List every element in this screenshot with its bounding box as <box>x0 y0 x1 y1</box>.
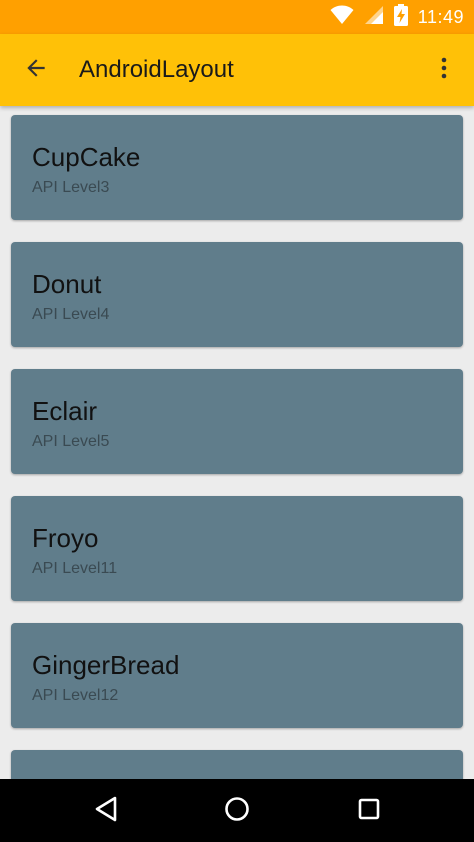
list-card[interactable]: CupCake API Level3 <box>11 115 463 220</box>
list-card[interactable]: Froyo API Level11 <box>11 496 463 601</box>
more-vert-icon <box>441 57 447 84</box>
wifi-icon <box>330 5 354 30</box>
app-title: AndroidLayout <box>79 56 234 83</box>
recents-square-icon <box>358 798 380 825</box>
card-subtitle: API Level5 <box>32 433 110 450</box>
arrow-back-icon <box>23 55 49 86</box>
card-list-container[interactable]: CupCake API Level3 Donut API Level4 Ecla… <box>0 106 474 779</box>
status-icons: 11:49 <box>330 0 474 34</box>
home-circle-icon <box>224 796 250 827</box>
list-card[interactable]: Donut API Level4 <box>11 242 463 347</box>
nav-back-button[interactable] <box>87 792 125 830</box>
nav-recents-button[interactable] <box>350 792 388 830</box>
card-title: GingerBread <box>32 650 180 680</box>
card-title: Donut <box>32 269 102 299</box>
nav-home-button[interactable] <box>218 792 256 830</box>
card-subtitle: API Level4 <box>32 306 110 323</box>
status-time: 11:49 <box>417 6 464 27</box>
card-list: CupCake API Level3 Donut API Level4 Ecla… <box>11 115 463 779</box>
cell-signal-icon <box>364 5 384 30</box>
battery-charging-icon <box>393 3 408 31</box>
overflow-menu-button[interactable] <box>426 52 462 88</box>
card-title: CupCake <box>32 142 141 172</box>
system-nav-bar <box>0 779 474 842</box>
back-triangle-icon <box>94 796 118 827</box>
list-card[interactable]: GingerBread API Level12 <box>11 623 463 728</box>
card-subtitle: API Level11 <box>32 560 118 577</box>
card-subtitle: API Level3 <box>32 179 110 196</box>
list-card-partial[interactable] <box>11 750 463 779</box>
card-title: Froyo <box>32 523 99 553</box>
card-title: Eclair <box>32 396 98 426</box>
back-button[interactable] <box>18 52 54 88</box>
status-bar: 11:49 <box>0 0 474 34</box>
list-card[interactable]: Eclair API Level5 <box>11 369 463 474</box>
app-bar: AndroidLayout <box>0 34 474 106</box>
card-subtitle: API Level12 <box>32 687 119 704</box>
